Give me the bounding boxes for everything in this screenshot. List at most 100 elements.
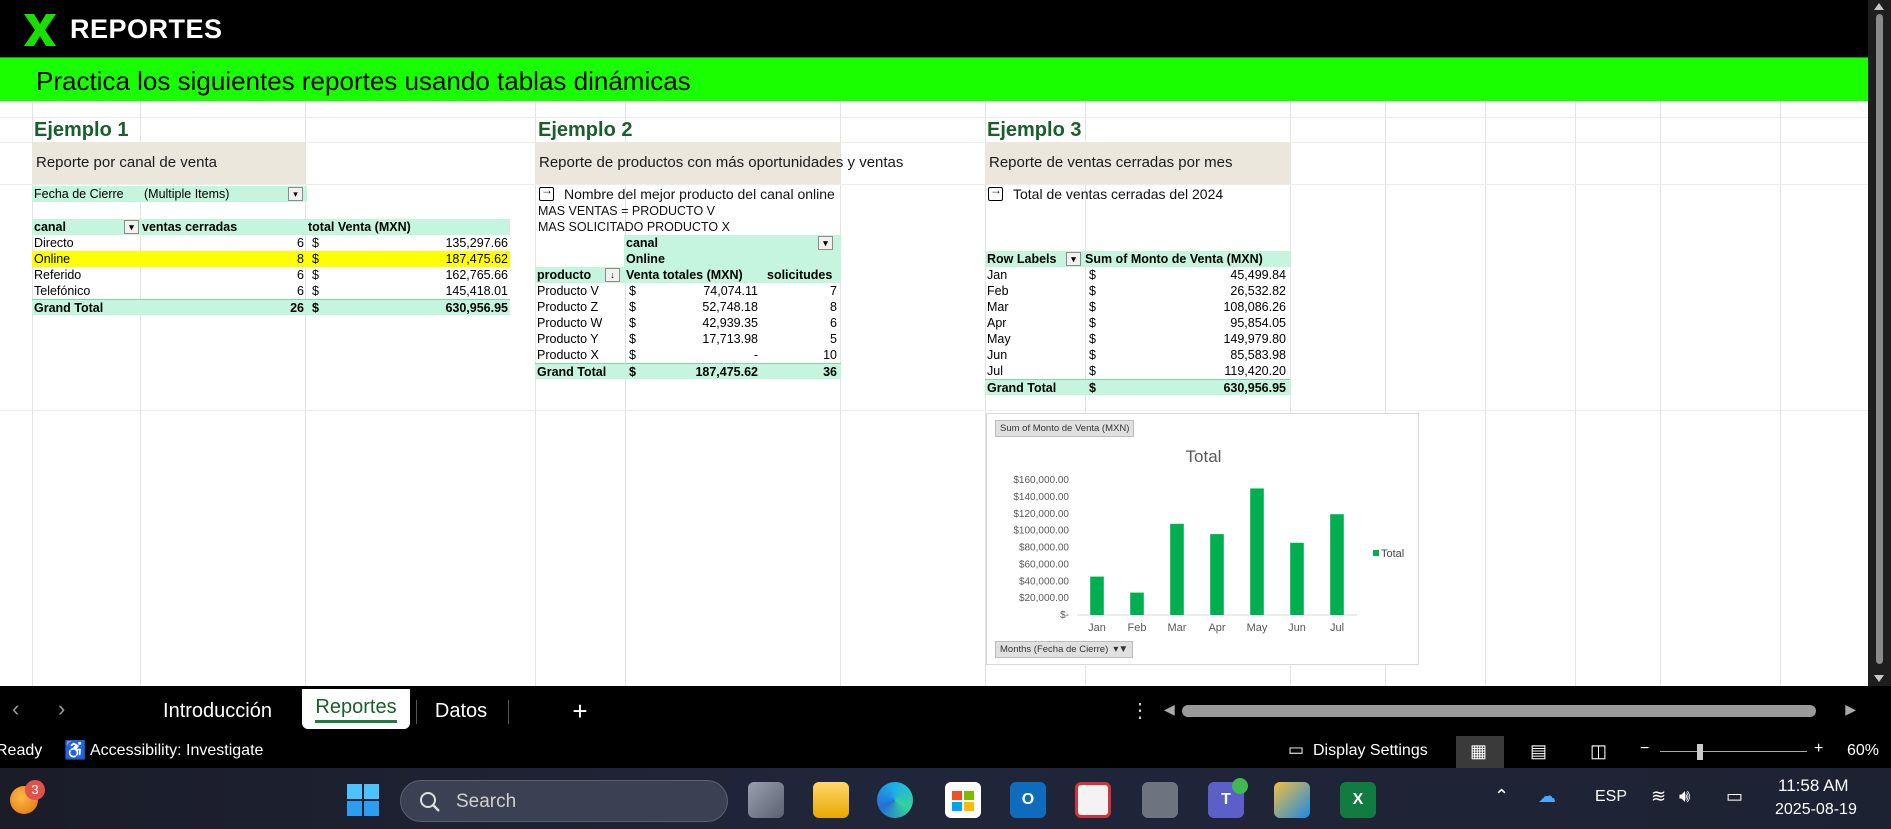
tab-reportes[interactable]: Reportes — [302, 689, 410, 729]
snipping-tool-icon[interactable] — [1075, 782, 1111, 818]
cell-venta: 74,074.11 — [703, 284, 758, 298]
table-row[interactable]: Jul $ 119,420.20 — [985, 363, 1290, 379]
zoom-in-icon[interactable]: + — [1814, 740, 1823, 758]
app-icon[interactable] — [1274, 782, 1310, 818]
clock-date[interactable]: 2025-08-19 — [1775, 801, 1857, 819]
calculator-icon[interactable] — [1142, 782, 1178, 818]
cell-currency: $ — [312, 301, 319, 315]
table-row[interactable]: Producto W $ 42,939.35 6 — [535, 315, 841, 331]
grand-total-row[interactable]: Grand Total 26 $ 630,956.95 — [32, 299, 510, 315]
table-row[interactable]: Producto V $ 74,074.11 7 — [535, 283, 841, 299]
column-header-venta: Venta totales (MXN) — [626, 268, 743, 282]
y-tick-label: $20,000.00 — [1019, 593, 1069, 604]
microsoft-store-icon[interactable] — [945, 782, 981, 818]
table-row[interactable]: Producto Y $ 17,713.98 5 — [535, 331, 841, 347]
task-view-icon[interactable] — [748, 782, 784, 818]
zoom-slider-track[interactable] — [1660, 751, 1807, 752]
page-break-icon[interactable]: ◫ — [1590, 741, 1607, 762]
scroll-up-icon[interactable] — [1874, 3, 1884, 10]
y-tick-label: $- — [1060, 610, 1069, 621]
gridline — [840, 100, 841, 686]
filter-dropdown-icon[interactable]: ▾ — [1066, 252, 1081, 266]
arrow-right-icon — [988, 183, 1003, 201]
tab-introduccion[interactable]: Introducción — [150, 686, 285, 736]
table-row[interactable]: Jan $ 45,499.84 — [985, 267, 1290, 283]
filter-dropdown-icon[interactable]: ▾ — [124, 220, 139, 234]
sort-filter-icon[interactable]: ↓ — [605, 268, 620, 282]
cell-currency: $ — [1089, 268, 1096, 282]
taskbar-search-box[interactable]: Search — [400, 780, 728, 822]
x-tick-label: Jul — [1330, 622, 1344, 634]
ejemplo1-pivot-table[interactable]: canal ▾ ventas cerradas total Venta (MXN… — [32, 219, 510, 315]
outlook-icon[interactable]: O — [1010, 782, 1046, 818]
table-row[interactable]: Feb $ 26,532.82 — [985, 283, 1290, 299]
battery-icon[interactable]: ▭ — [1726, 786, 1743, 807]
cell-currency: $ — [629, 300, 636, 314]
cell-label: Grand Total — [987, 381, 1057, 395]
table-row[interactable]: Apr $ 95,854.05 — [985, 315, 1290, 331]
cell-total: 187,475.62 — [445, 252, 508, 266]
display-settings-button[interactable]: Display Settings — [1313, 742, 1428, 760]
chart-legend: Total — [1373, 548, 1404, 560]
excel-icon[interactable]: X — [1340, 782, 1376, 818]
page-layout-icon[interactable]: ▤ — [1530, 741, 1547, 762]
filter-dropdown-icon[interactable]: ▾ — [288, 187, 303, 201]
table-row[interactable]: Referido 6 $ 162,765.66 — [32, 267, 510, 283]
volume-icon[interactable]: 🔊︎ — [1679, 786, 1690, 807]
table-row[interactable]: Online 8 $ 187,475.62 — [32, 251, 510, 267]
table-row[interactable]: Jun $ 85,583.98 — [985, 347, 1290, 363]
cell-mes: Jun — [987, 348, 1008, 362]
wifi-icon[interactable]: ≋ — [1651, 786, 1666, 807]
onedrive-icon[interactable]: ☁ — [1538, 786, 1556, 807]
zoom-out-icon[interactable]: − — [1640, 740, 1649, 758]
zoom-slider-thumb[interactable] — [1697, 744, 1703, 760]
cell-solicitudes: 7 — [830, 284, 837, 298]
worksheet[interactable]: REPORTES Practica los siguientes reporte… — [0, 0, 1868, 686]
cell-mes: Jul — [987, 364, 1003, 378]
table-row[interactable]: Telefónico 6 $ 145,418.01 — [32, 283, 510, 299]
chevron-right-icon[interactable]: › — [58, 696, 65, 722]
chart-axis-field-button[interactable]: Months (Fecha de Cierre) ▾▼ — [995, 641, 1134, 658]
clock-time[interactable]: 11:58 AM — [1778, 776, 1849, 796]
table-row[interactable]: Producto X $ - 10 — [535, 347, 841, 363]
scrollbar-thumb[interactable] — [1876, 14, 1883, 664]
tab-datos[interactable]: Datos — [425, 686, 497, 736]
cell-solicitudes: 5 — [830, 332, 837, 346]
file-explorer-icon[interactable] — [813, 782, 849, 818]
page-subtitle: Practica los siguientes reportes usando … — [36, 66, 691, 96]
filter-funnel-icon: ▾▼ — [1113, 644, 1129, 655]
edge-browser-icon[interactable] — [877, 782, 913, 818]
vertical-scrollbar[interactable] — [1868, 0, 1891, 686]
gridline — [0, 184, 1868, 185]
zoom-level[interactable]: 60% — [1847, 742, 1879, 760]
language-indicator[interactable]: ESP — [1595, 788, 1627, 806]
ejemplo3-description: Reporte de ventas cerradas por mes — [985, 142, 1290, 184]
legend-label: Total — [1381, 548, 1405, 560]
add-sheet-button[interactable]: + — [560, 686, 600, 736]
table-row[interactable]: Producto Z $ 52,748.18 8 — [535, 299, 841, 315]
scroll-down-icon[interactable] — [1874, 675, 1884, 682]
grand-total-row[interactable]: Grand Total $ 630,956.95 — [985, 379, 1290, 395]
table-row[interactable]: Mar $ 108,086.26 — [985, 299, 1290, 315]
chevron-left-icon[interactable]: ‹ — [12, 696, 19, 722]
subtitle-banner: Practica los siguientes reportes usando … — [0, 57, 1868, 101]
windows-taskbar: 3 Search O T X ⌃ ☁ ESP ≋ 🔊︎ ▭ 11:58 AM 2… — [0, 768, 1891, 829]
more-options-icon[interactable]: ⋮ — [1130, 698, 1150, 723]
horizontal-scrollbar[interactable]: ◀ ▶ — [1160, 700, 1860, 722]
chevron-up-icon[interactable]: ⌃ — [1494, 786, 1509, 807]
cell-total: 135,297.66 — [445, 236, 508, 250]
scrollbar-thumb[interactable] — [1182, 705, 1816, 717]
filter-dropdown-icon[interactable]: ▾ — [818, 236, 833, 250]
table-row[interactable]: May $ 149,979.80 — [985, 331, 1290, 347]
ejemplo3-pivot-table[interactable]: Row Labels ▾ Sum of Monto de Venta (MXN)… — [985, 251, 1290, 395]
windows-start-icon[interactable] — [345, 782, 381, 818]
pivot-chart[interactable]: Sum of Monto de Venta (MXN) Total $- $20,… — [986, 413, 1419, 665]
ejemplo2-pivot-table[interactable]: canal ▾ Online producto ↓ Venta totales … — [535, 235, 841, 379]
scroll-left-icon[interactable]: ◀ — [1164, 701, 1175, 718]
table-row[interactable]: Directo 6 $ 135,297.66 — [32, 235, 510, 251]
scroll-right-icon[interactable]: ▶ — [1845, 701, 1856, 718]
bar — [1210, 534, 1224, 615]
grand-total-row[interactable]: Grand Total $ 187,475.62 36 — [535, 363, 841, 379]
gridline — [535, 100, 536, 686]
accessibility-status[interactable]: Accessibility: Investigate — [90, 742, 263, 760]
